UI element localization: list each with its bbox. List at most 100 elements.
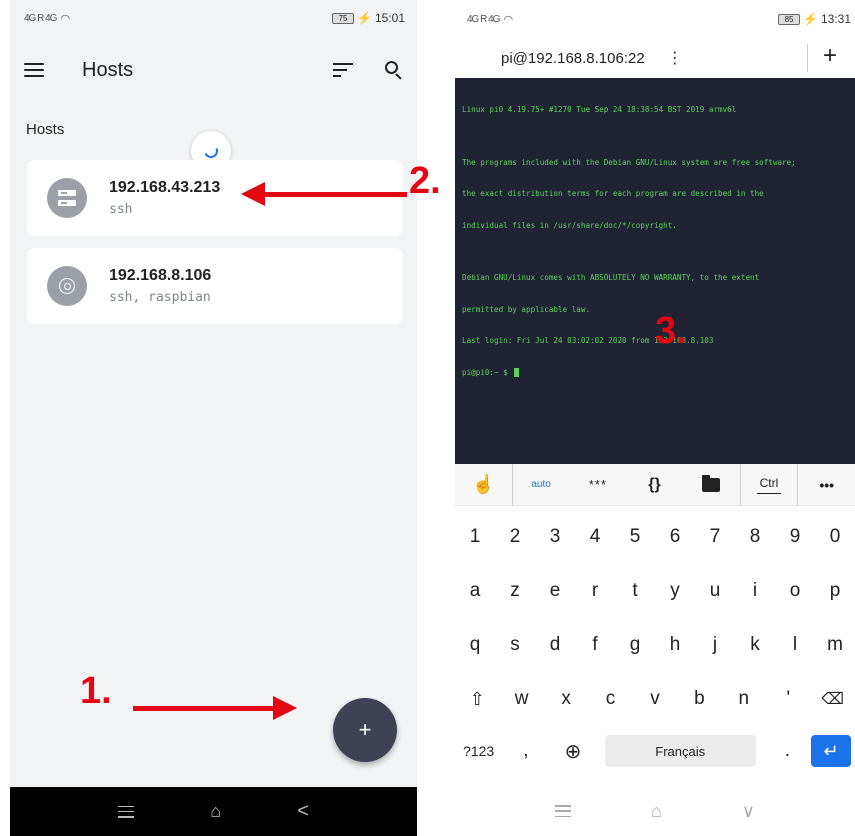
key[interactable]: f xyxy=(575,634,615,656)
key[interactable]: a xyxy=(455,580,495,602)
terminal-line: the exact distribution terms for each pr… xyxy=(462,189,764,198)
more-vert-icon[interactable]: ⋮ xyxy=(667,48,683,68)
auto-key[interactable]: auto xyxy=(511,464,570,505)
terminal-output[interactable]: Linux pi0 4.19.75+ #1270 Tue Sep 24 18:3… xyxy=(455,78,855,464)
search-icon[interactable] xyxy=(385,61,403,80)
system-nav-bar: ⌂ ∨ xyxy=(455,786,855,836)
home-icon[interactable]: ⌂ xyxy=(651,801,662,822)
key[interactable]: p xyxy=(815,580,855,602)
key[interactable]: 8 xyxy=(735,526,775,548)
key[interactable]: 9 xyxy=(775,526,815,548)
more-keys-icon[interactable]: ••• xyxy=(797,464,855,505)
host-card[interactable]: 192.168.43.213 ssh xyxy=(27,160,403,236)
key[interactable]: d xyxy=(535,634,575,656)
space-key[interactable]: Français xyxy=(604,735,756,767)
host-tags: ssh xyxy=(109,202,133,217)
folder-icon[interactable] xyxy=(683,464,740,505)
key[interactable]: k xyxy=(735,634,775,656)
key[interactable]: 6 xyxy=(655,526,695,548)
key[interactable]: l xyxy=(775,634,815,656)
period-key[interactable]: . xyxy=(764,740,811,762)
key[interactable]: z xyxy=(495,580,535,602)
sort-icon[interactable] xyxy=(333,63,353,77)
session-tab[interactable]: pi@192.168.8.106:22 xyxy=(501,50,645,67)
key[interactable]: r xyxy=(575,580,615,602)
host-tags: ssh, raspbian xyxy=(109,290,211,305)
key[interactable]: i xyxy=(735,580,775,602)
extra-keys-bar: ☝ auto *** {} Ctrl ••• xyxy=(455,464,855,506)
ctrl-key[interactable]: Ctrl xyxy=(739,464,798,505)
key[interactable]: m xyxy=(815,634,855,656)
keyboard-row: ?123 , ⊕ Français . ↵ xyxy=(455,728,855,774)
key[interactable]: 1 xyxy=(455,526,495,548)
key[interactable]: u xyxy=(695,580,735,602)
key[interactable]: t xyxy=(615,580,655,602)
password-key[interactable]: *** xyxy=(569,464,626,505)
status-right: 75 ⚡ 15:01 xyxy=(332,11,405,25)
host-text: 192.168.8.106 ssh, raspbian xyxy=(109,267,211,305)
symbols-key[interactable]: ?123 xyxy=(455,743,502,759)
key[interactable]: s xyxy=(495,634,535,656)
menu-icon[interactable] xyxy=(118,805,135,818)
hide-keyboard-icon[interactable]: ∨ xyxy=(742,801,755,822)
divider xyxy=(807,44,808,72)
key[interactable]: w xyxy=(499,688,543,710)
shift-icon[interactable]: ⇧ xyxy=(455,689,499,710)
key[interactable]: b xyxy=(677,688,721,710)
key[interactable]: 3 xyxy=(535,526,575,548)
key[interactable]: e xyxy=(535,580,575,602)
key[interactable]: 2 xyxy=(495,526,535,548)
battery-icon: 75 xyxy=(332,12,355,24)
key[interactable]: o xyxy=(775,580,815,602)
hamburger-icon[interactable] xyxy=(24,63,44,77)
key[interactable]: y xyxy=(655,580,695,602)
page: 4G R 4G ◠ 75 ⚡ 15:01 Hosts Hosts 192.168… xyxy=(0,0,855,836)
server-icon xyxy=(47,178,87,218)
add-host-button[interactable]: + xyxy=(333,698,397,762)
network-indicators: 4G R 4G ◠ xyxy=(24,12,70,25)
session-bar: pi@192.168.8.106:22 ⋮ + xyxy=(455,38,855,78)
key[interactable]: n xyxy=(722,688,766,710)
annotation-label: 3. xyxy=(655,310,687,352)
globe-icon[interactable]: ⊕ xyxy=(549,739,596,764)
menu-icon[interactable] xyxy=(554,805,571,817)
key[interactable]: j xyxy=(695,634,735,656)
status-bar: 4G R 4G ◠ 75 ⚡ 15:01 xyxy=(10,0,417,36)
key[interactable]: 0 xyxy=(815,526,855,548)
key[interactable]: 7 xyxy=(695,526,735,548)
add-session-button[interactable]: + xyxy=(823,42,837,70)
key[interactable]: 4 xyxy=(575,526,615,548)
comma-key[interactable]: , xyxy=(502,740,549,762)
key[interactable]: q xyxy=(455,634,495,656)
key[interactable]: v xyxy=(633,688,677,710)
enter-icon[interactable]: ↵ xyxy=(810,735,851,767)
key[interactable]: g xyxy=(615,634,655,656)
annotation-arrowhead xyxy=(273,696,297,720)
key[interactable]: x xyxy=(544,688,588,710)
soft-keyboard: 1 2 3 4 5 6 7 8 9 0 a z e r t y u i o p … xyxy=(455,506,855,788)
terminal-prompt: pi@pi0:~ $ xyxy=(462,367,513,377)
host-card[interactable]: 192.168.8.106 ssh, raspbian xyxy=(27,248,403,324)
clock: 15:01 xyxy=(374,11,405,25)
key[interactable]: h xyxy=(655,634,695,656)
touch-icon[interactable]: ☝ xyxy=(455,464,512,505)
snippets-key[interactable]: {} xyxy=(626,464,683,505)
annotation-label: 2. xyxy=(409,160,441,202)
terminal-line: The programs included with the Debian GN… xyxy=(462,157,796,167)
key[interactable]: ' xyxy=(766,688,810,710)
status-right: 85 ⚡ 13:31 xyxy=(778,12,851,26)
terminal-prompt-line: pi@pi0:~ $ xyxy=(462,368,848,379)
signal-icon: 4G R 4G xyxy=(467,13,500,25)
keyboard-row: a z e r t y u i o p xyxy=(455,568,855,614)
key[interactable]: 5 xyxy=(615,526,655,548)
network-indicators: 4G R 4G ◠ xyxy=(467,13,513,26)
back-icon[interactable]: < xyxy=(297,800,309,823)
key[interactable]: c xyxy=(588,688,632,710)
status-bar: 4G R 4G ◠ 85 ⚡ 13:31 xyxy=(455,0,855,38)
section-label: Hosts xyxy=(26,121,65,138)
terminal-line: Linux pi0 4.19.75+ #1270 Tue Sep 24 18:3… xyxy=(462,105,737,114)
backspace-icon[interactable]: ⌫ xyxy=(811,689,855,709)
home-icon[interactable]: ⌂ xyxy=(210,801,221,822)
annotation-arrowhead xyxy=(241,182,265,206)
host-name: 192.168.43.213 xyxy=(109,179,221,196)
